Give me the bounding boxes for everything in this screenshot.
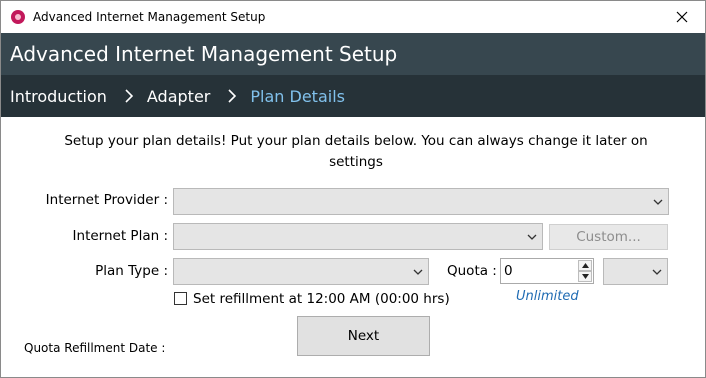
header-bar: Advanced Internet Management Setup — [1, 33, 705, 75]
quota-stepper[interactable]: 0 — [500, 258, 594, 284]
refill-checkbox[interactable] — [174, 292, 187, 305]
quota-decrement-button[interactable] — [578, 271, 592, 282]
triangle-down-icon — [581, 274, 589, 279]
setup-window: Advanced Internet Management Setup Advan… — [0, 0, 706, 378]
next-button[interactable]: Next — [297, 316, 430, 356]
title-bar: Advanced Internet Management Setup — [1, 1, 705, 33]
quota-increment-button[interactable] — [578, 260, 592, 271]
intro-text: Setup your plan details! Put your plan d… — [64, 133, 648, 170]
unlimited-link[interactable]: Unlimited — [516, 289, 579, 304]
internet-provider-label: Internet Provider : — [45, 192, 168, 208]
close-icon — [676, 11, 688, 23]
app-icon — [11, 10, 25, 24]
plan-type-select[interactable] — [173, 258, 429, 285]
chevron-right-icon — [228, 89, 237, 103]
internet-plan-select[interactable] — [173, 223, 543, 250]
chevron-down-icon — [413, 269, 423, 275]
quota-unit-select[interactable] — [603, 258, 668, 285]
chevron-down-icon — [527, 234, 537, 240]
breadcrumb-step-adapter[interactable]: Adapter — [147, 87, 210, 106]
window-title: Advanced Internet Management Setup — [33, 10, 266, 24]
breadcrumb-step-introduction[interactable]: Introduction — [10, 87, 107, 106]
triangle-up-icon — [581, 263, 589, 268]
breadcrumb-step-plan-details[interactable]: Plan Details — [250, 87, 345, 106]
chevron-down-icon — [652, 269, 662, 275]
refill-checkbox-label[interactable]: Set refillment at 12:00 AM (00:00 hrs) — [193, 291, 450, 307]
page-title: Advanced Internet Management Setup — [10, 42, 398, 66]
quota-refill-date-label: Quota Refillment Date : — [24, 341, 166, 355]
quota-value[interactable]: 0 — [504, 263, 513, 279]
internet-plan-label: Internet Plan : — [72, 228, 168, 244]
custom-plan-button[interactable]: Custom... — [549, 224, 668, 250]
chevron-down-icon — [653, 199, 663, 205]
close-button[interactable] — [659, 1, 705, 33]
quota-label: Quota : — [447, 263, 497, 279]
chevron-right-icon — [125, 89, 133, 103]
internet-provider-select[interactable] — [173, 188, 669, 215]
breadcrumb: Introduction Adapter Plan Details — [1, 75, 705, 117]
plan-type-label: Plan Type : — [95, 263, 168, 279]
